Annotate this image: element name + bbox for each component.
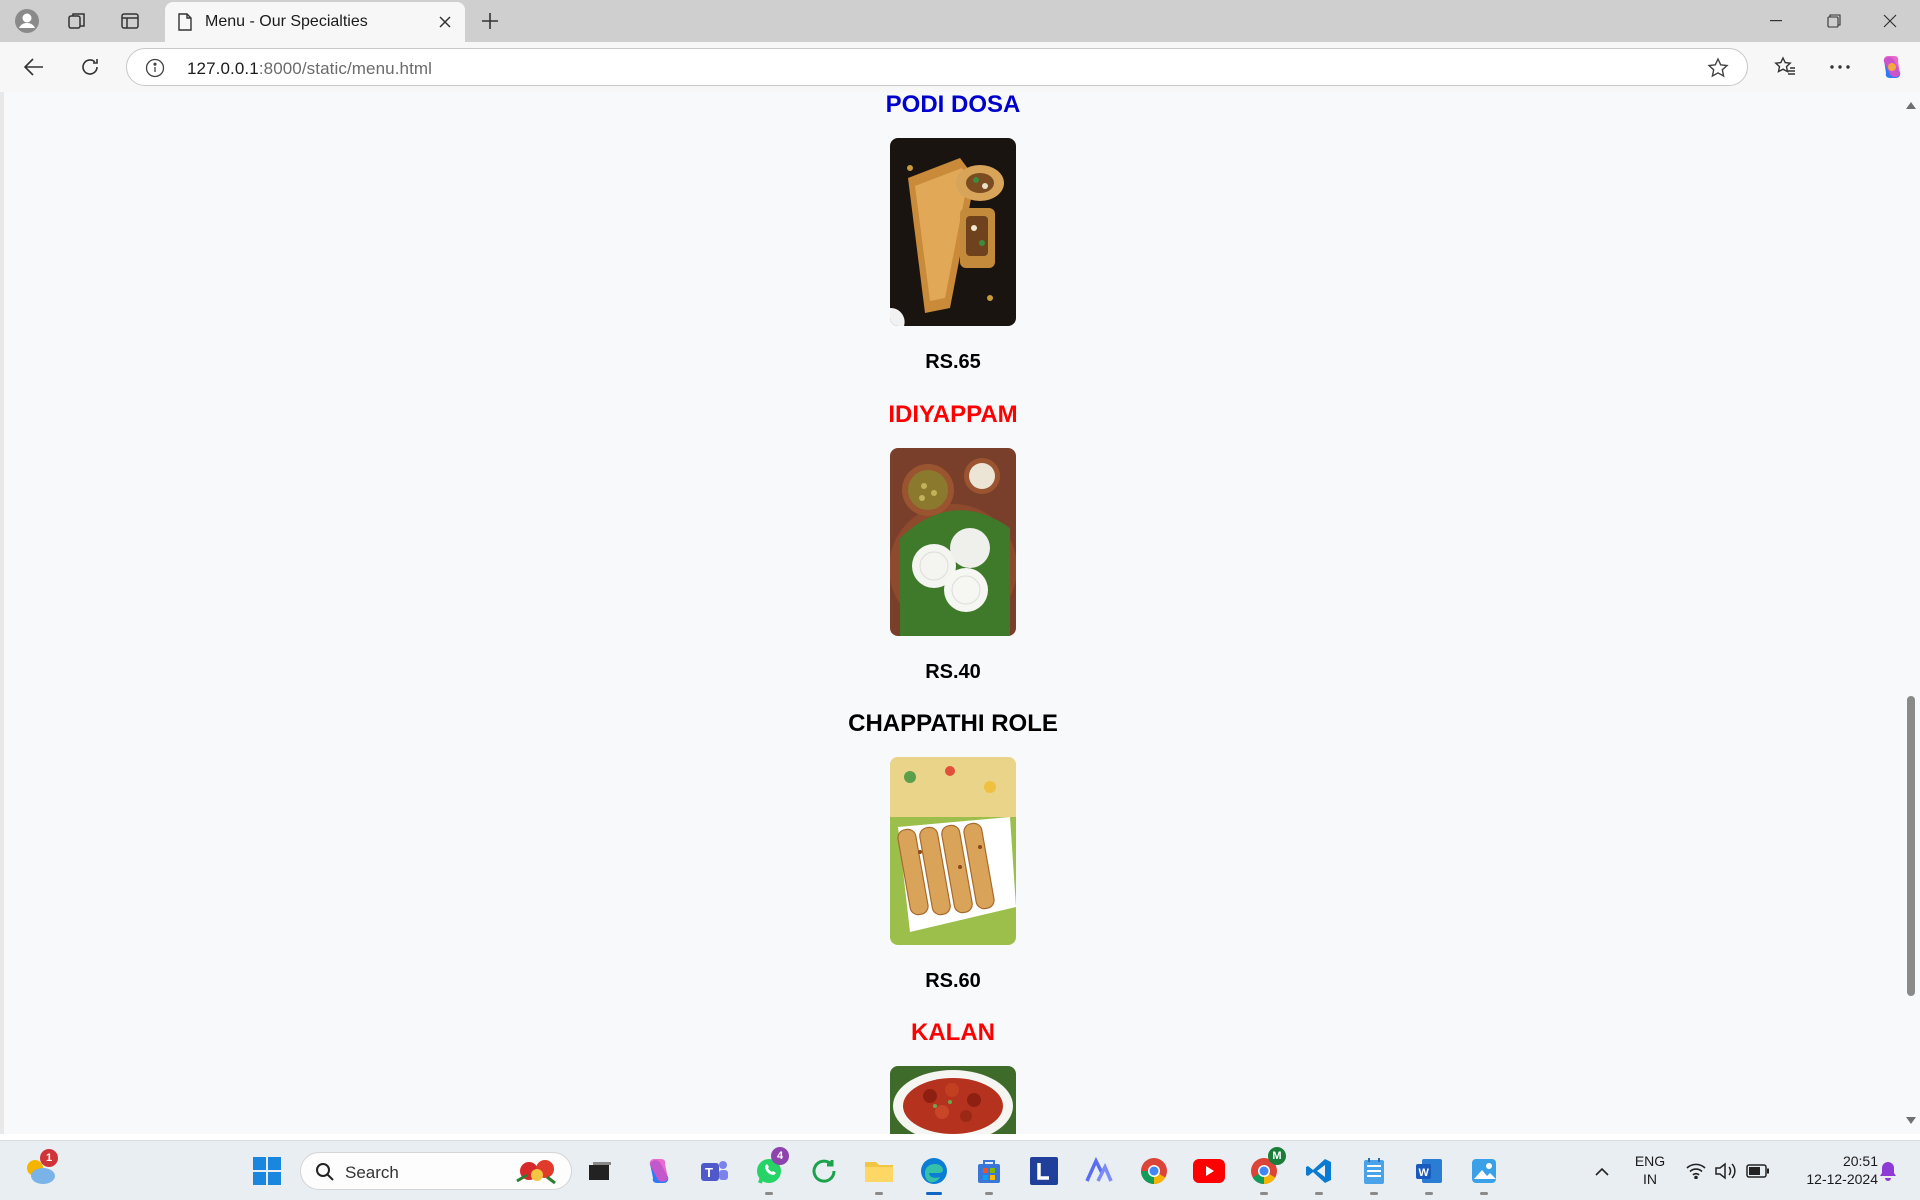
word-icon[interactable]: W	[1409, 1151, 1449, 1195]
minimize-button[interactable]	[1748, 0, 1804, 42]
svg-text:W: W	[1419, 1167, 1430, 1179]
running-indicator	[1260, 1192, 1268, 1195]
page-viewport: PODI DOSA RS.65 IDIYAPPAM RS.40 CHAPPATH…	[4, 92, 1902, 1134]
l-app-icon[interactable]	[1024, 1151, 1064, 1191]
favorite-star-icon[interactable]	[1707, 57, 1729, 84]
search-highlight-icon	[515, 1157, 559, 1190]
region-code: IN	[1643, 1171, 1657, 1187]
youtube-icon[interactable]	[1189, 1151, 1229, 1191]
tab-menu[interactable]: Menu - Our Specialties	[165, 2, 465, 42]
running-indicator	[1480, 1192, 1488, 1195]
taskbar-search[interactable]: Search	[300, 1152, 572, 1190]
close-window-button[interactable]	[1862, 0, 1918, 42]
item-name: IDIYAPPAM	[888, 401, 1018, 428]
task-view-icon[interactable]	[580, 1151, 620, 1191]
profile-icon[interactable]	[12, 6, 42, 36]
menu-item-kalan: KALAN	[4, 1018, 1902, 1134]
item-name: KALAN	[911, 1019, 995, 1046]
url-text: 127.0.0.1:8000/static/menu.html	[187, 59, 433, 78]
tab-title: Menu - Our Specialties	[205, 13, 368, 30]
weather-badge: 1	[40, 1149, 58, 1167]
microsoft-store-icon[interactable]	[969, 1151, 1009, 1195]
language-indicator[interactable]: ENG IN	[1628, 1152, 1672, 1188]
clock[interactable]: 20:51 12-12-2024	[1782, 1152, 1878, 1188]
scroll-down-icon[interactable]	[1906, 1117, 1916, 1124]
battery-icon	[1746, 1164, 1769, 1178]
browser-toolbar: 127.0.0.1:8000/static/menu.html	[0, 42, 1920, 92]
page-scrollbar[interactable]	[1902, 92, 1920, 1134]
notepad-icon[interactable]	[1354, 1151, 1394, 1195]
address-bar[interactable]: 127.0.0.1:8000/static/menu.html	[126, 48, 1748, 86]
menu-item-chappathi-role: CHAPPATHI ROLE RS.60	[4, 709, 1902, 993]
favorites-icon[interactable]	[1769, 51, 1801, 83]
running-indicator	[765, 1192, 773, 1195]
copilot-taskbar-icon[interactable]	[639, 1151, 679, 1191]
item-price: RS.65	[925, 351, 981, 373]
item-price: RS.40	[925, 661, 981, 683]
reload-button[interactable]	[74, 51, 106, 83]
search-icon	[315, 1162, 335, 1187]
back-button[interactable]	[18, 51, 50, 83]
menu-item-podi-dosa: PODI DOSA RS.65	[4, 92, 1902, 374]
whatsapp-badge: 4	[771, 1147, 789, 1165]
active-indicator	[926, 1192, 942, 1195]
windows-taskbar: 1 Search T 4 M W ENG IN 20:51 12-12-2024	[0, 1140, 1920, 1200]
teams-icon[interactable]: T	[694, 1151, 734, 1191]
close-tab-icon[interactable]	[433, 10, 457, 34]
chrome-profile-icon[interactable]: M	[1244, 1147, 1286, 1195]
photos-icon[interactable]	[1464, 1151, 1504, 1195]
svg-text:T: T	[705, 1165, 713, 1180]
scroll-up-icon[interactable]	[1906, 102, 1916, 109]
volume-icon	[1715, 1162, 1736, 1180]
clock-time: 20:51	[1842, 1153, 1878, 1169]
chrome-profile-badge: M	[1268, 1147, 1286, 1165]
running-indicator	[875, 1192, 883, 1195]
scrollbar-thumb[interactable]	[1907, 696, 1915, 996]
tab-actions-icon[interactable]	[115, 6, 145, 36]
running-indicator	[985, 1192, 993, 1195]
edge-icon[interactable]	[914, 1151, 954, 1195]
restore-button[interactable]	[1806, 0, 1862, 42]
item-name: PODI DOSA	[885, 92, 1021, 118]
file-explorer-icon[interactable]	[859, 1151, 899, 1195]
system-tray-status[interactable]	[1678, 1151, 1778, 1191]
start-button[interactable]	[247, 1151, 287, 1191]
menu-item-idiyappam: IDIYAPPAM RS.40	[4, 400, 1902, 684]
workspaces-icon[interactable]	[62, 6, 92, 36]
clock-date: 12-12-2024	[1806, 1171, 1878, 1187]
show-hidden-icons-icon[interactable]	[1582, 1151, 1622, 1191]
new-tab-button[interactable]	[475, 6, 505, 36]
wifi-icon	[1686, 1163, 1706, 1179]
item-name: CHAPPATHI ROLE	[848, 710, 1058, 737]
copilot-icon[interactable]	[1876, 51, 1908, 83]
weather-icon[interactable]: 1	[20, 1149, 60, 1191]
arc-app-icon[interactable]	[1079, 1151, 1119, 1191]
chappathi-role-image	[890, 757, 1016, 945]
idiyappam-image	[890, 448, 1016, 636]
lang-code: ENG	[1634, 1153, 1666, 1169]
running-indicator	[1370, 1192, 1378, 1195]
whatsapp-icon[interactable]: 4	[749, 1147, 789, 1195]
more-options-icon[interactable]	[1824, 51, 1856, 83]
notification-bell-icon[interactable]	[1868, 1151, 1908, 1191]
search-label: Search	[345, 1163, 399, 1182]
kalan-image	[890, 1066, 1016, 1134]
page-icon	[177, 13, 193, 36]
refresh-app-icon[interactable]	[804, 1151, 844, 1191]
chrome-icon[interactable]	[1134, 1151, 1174, 1191]
browser-tab-strip: Menu - Our Specialties	[0, 0, 1920, 42]
running-indicator	[1315, 1192, 1323, 1195]
item-price: RS.60	[925, 970, 981, 992]
vscode-icon[interactable]	[1299, 1151, 1339, 1195]
running-indicator	[1425, 1192, 1433, 1195]
podi-dosa-image	[890, 138, 1016, 326]
site-info-icon[interactable]	[145, 58, 165, 83]
